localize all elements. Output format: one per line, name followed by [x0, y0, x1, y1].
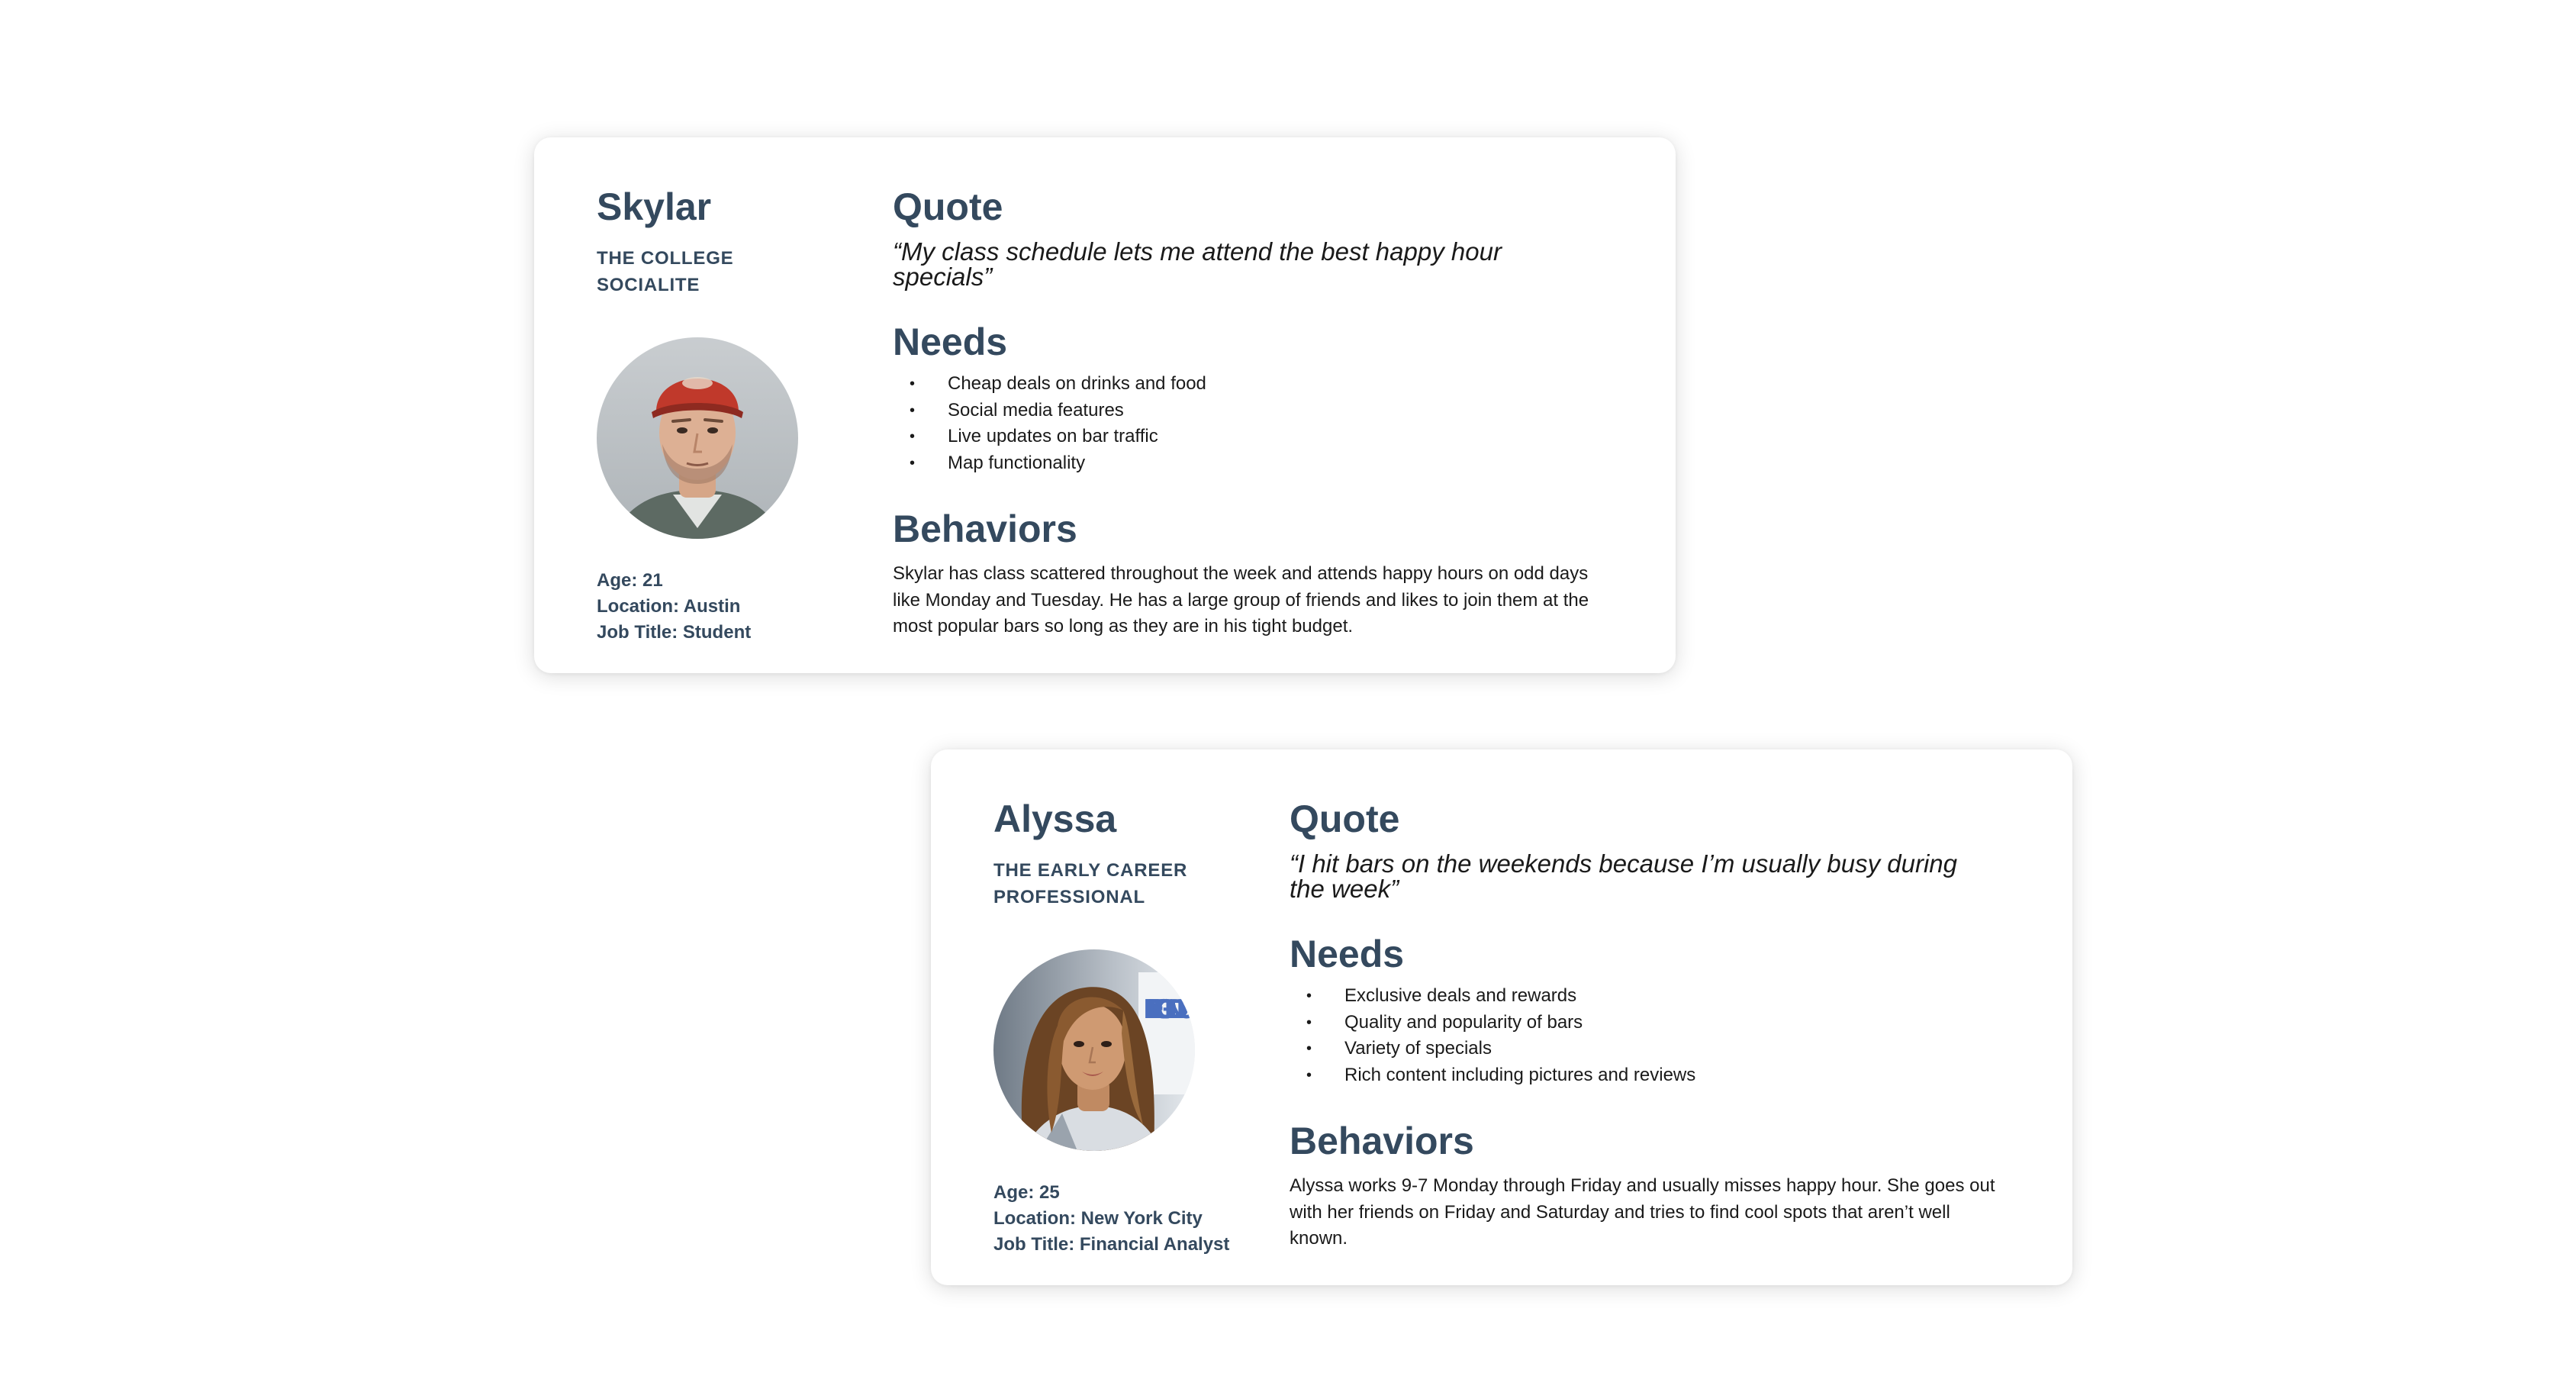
needs-heading: Needs [1290, 933, 1405, 975]
location-label: Location: New York City [993, 1208, 1203, 1229]
archetype-line: THE EARLY CAREER [993, 860, 1188, 881]
behaviors-heading: Behaviors [1290, 1120, 1474, 1162]
avatar: LIFEG ON DU [993, 949, 1195, 1151]
needs-list: Exclusive deals and rewards Quality and … [1290, 983, 2022, 1088]
quote-text: “I hit bars on the weekends because I’m … [1290, 849, 1957, 903]
avatar-photo-skylar [597, 337, 798, 539]
list-item: Cheap deals on drinks and food [893, 371, 1625, 398]
avatar-photo-alyssa: LIFEG ON DU [993, 949, 1195, 1151]
persona-name: Skylar [597, 185, 712, 228]
persona-details: Quote “My class schedule lets me attend … [893, 186, 1625, 640]
archetype-line: THE COLLEGE [597, 248, 734, 269]
behaviors-heading: Behaviors [893, 508, 1077, 550]
age-label: Age: 21 [597, 570, 663, 591]
archetype-line: PROFESSIONAL [993, 887, 1145, 907]
list-item: Map functionality [893, 450, 1625, 477]
avatar [597, 337, 798, 539]
job-title-label: Job Title: Student [597, 622, 752, 643]
quote-text: “My class schedule lets me attend the be… [893, 237, 1502, 291]
needs-list: Cheap deals on drinks and food Social me… [893, 371, 1625, 476]
list-item: Social media features [893, 398, 1625, 424]
list-item: Variety of specials [1290, 1036, 2022, 1062]
needs-heading: Needs [893, 321, 1008, 363]
age-label: Age: 25 [993, 1182, 1060, 1203]
persona-card-skylar: Skylar THE COLLEGE SOCIALITE Age: 21 Loc… [534, 137, 1676, 673]
persona-profile: Skylar THE COLLEGE SOCIALITE Age: 21 Loc… [597, 185, 848, 643]
quote-heading: Quote [1290, 798, 1400, 840]
persona-archetype: THE COLLEGE SOCIALITE [597, 245, 848, 298]
list-item: Exclusive deals and rewards [1290, 983, 2022, 1010]
archetype-line: SOCIALITE [597, 275, 700, 295]
job-title-label: Job Title: Financial Analyst [993, 1234, 1230, 1255]
list-item: Quality and popularity of bars [1290, 1010, 2022, 1036]
list-item: Live updates on bar traffic [893, 424, 1625, 450]
location-label: Location: Austin [597, 596, 741, 617]
persona-details: Quote “I hit bars on the weekends becaus… [1290, 798, 2022, 1252]
behaviors-text: Skylar has class scattered throughout th… [893, 563, 1589, 636]
photo-sign-text: LIFEG ON DU [1143, 994, 1195, 1025]
persona-profile: Alyssa THE EARLY CAREER PROFESSIONAL LIF… [993, 798, 1245, 1255]
persona-archetype: THE EARLY CAREER PROFESSIONAL [993, 857, 1245, 910]
demographics: Age: 21 Location: Austin Job Title: Stud… [597, 568, 751, 646]
demographics: Age: 25 Location: New York City Job Titl… [993, 1180, 1229, 1258]
behaviors-text: Alyssa works 9-7 Monday through Friday a… [1290, 1175, 1995, 1249]
persona-card-alyssa: Alyssa THE EARLY CAREER PROFESSIONAL LIF… [931, 749, 2072, 1285]
list-item: Rich content including pictures and revi… [1290, 1062, 2022, 1089]
persona-name: Alyssa [993, 798, 1117, 840]
quote-heading: Quote [893, 185, 1003, 228]
